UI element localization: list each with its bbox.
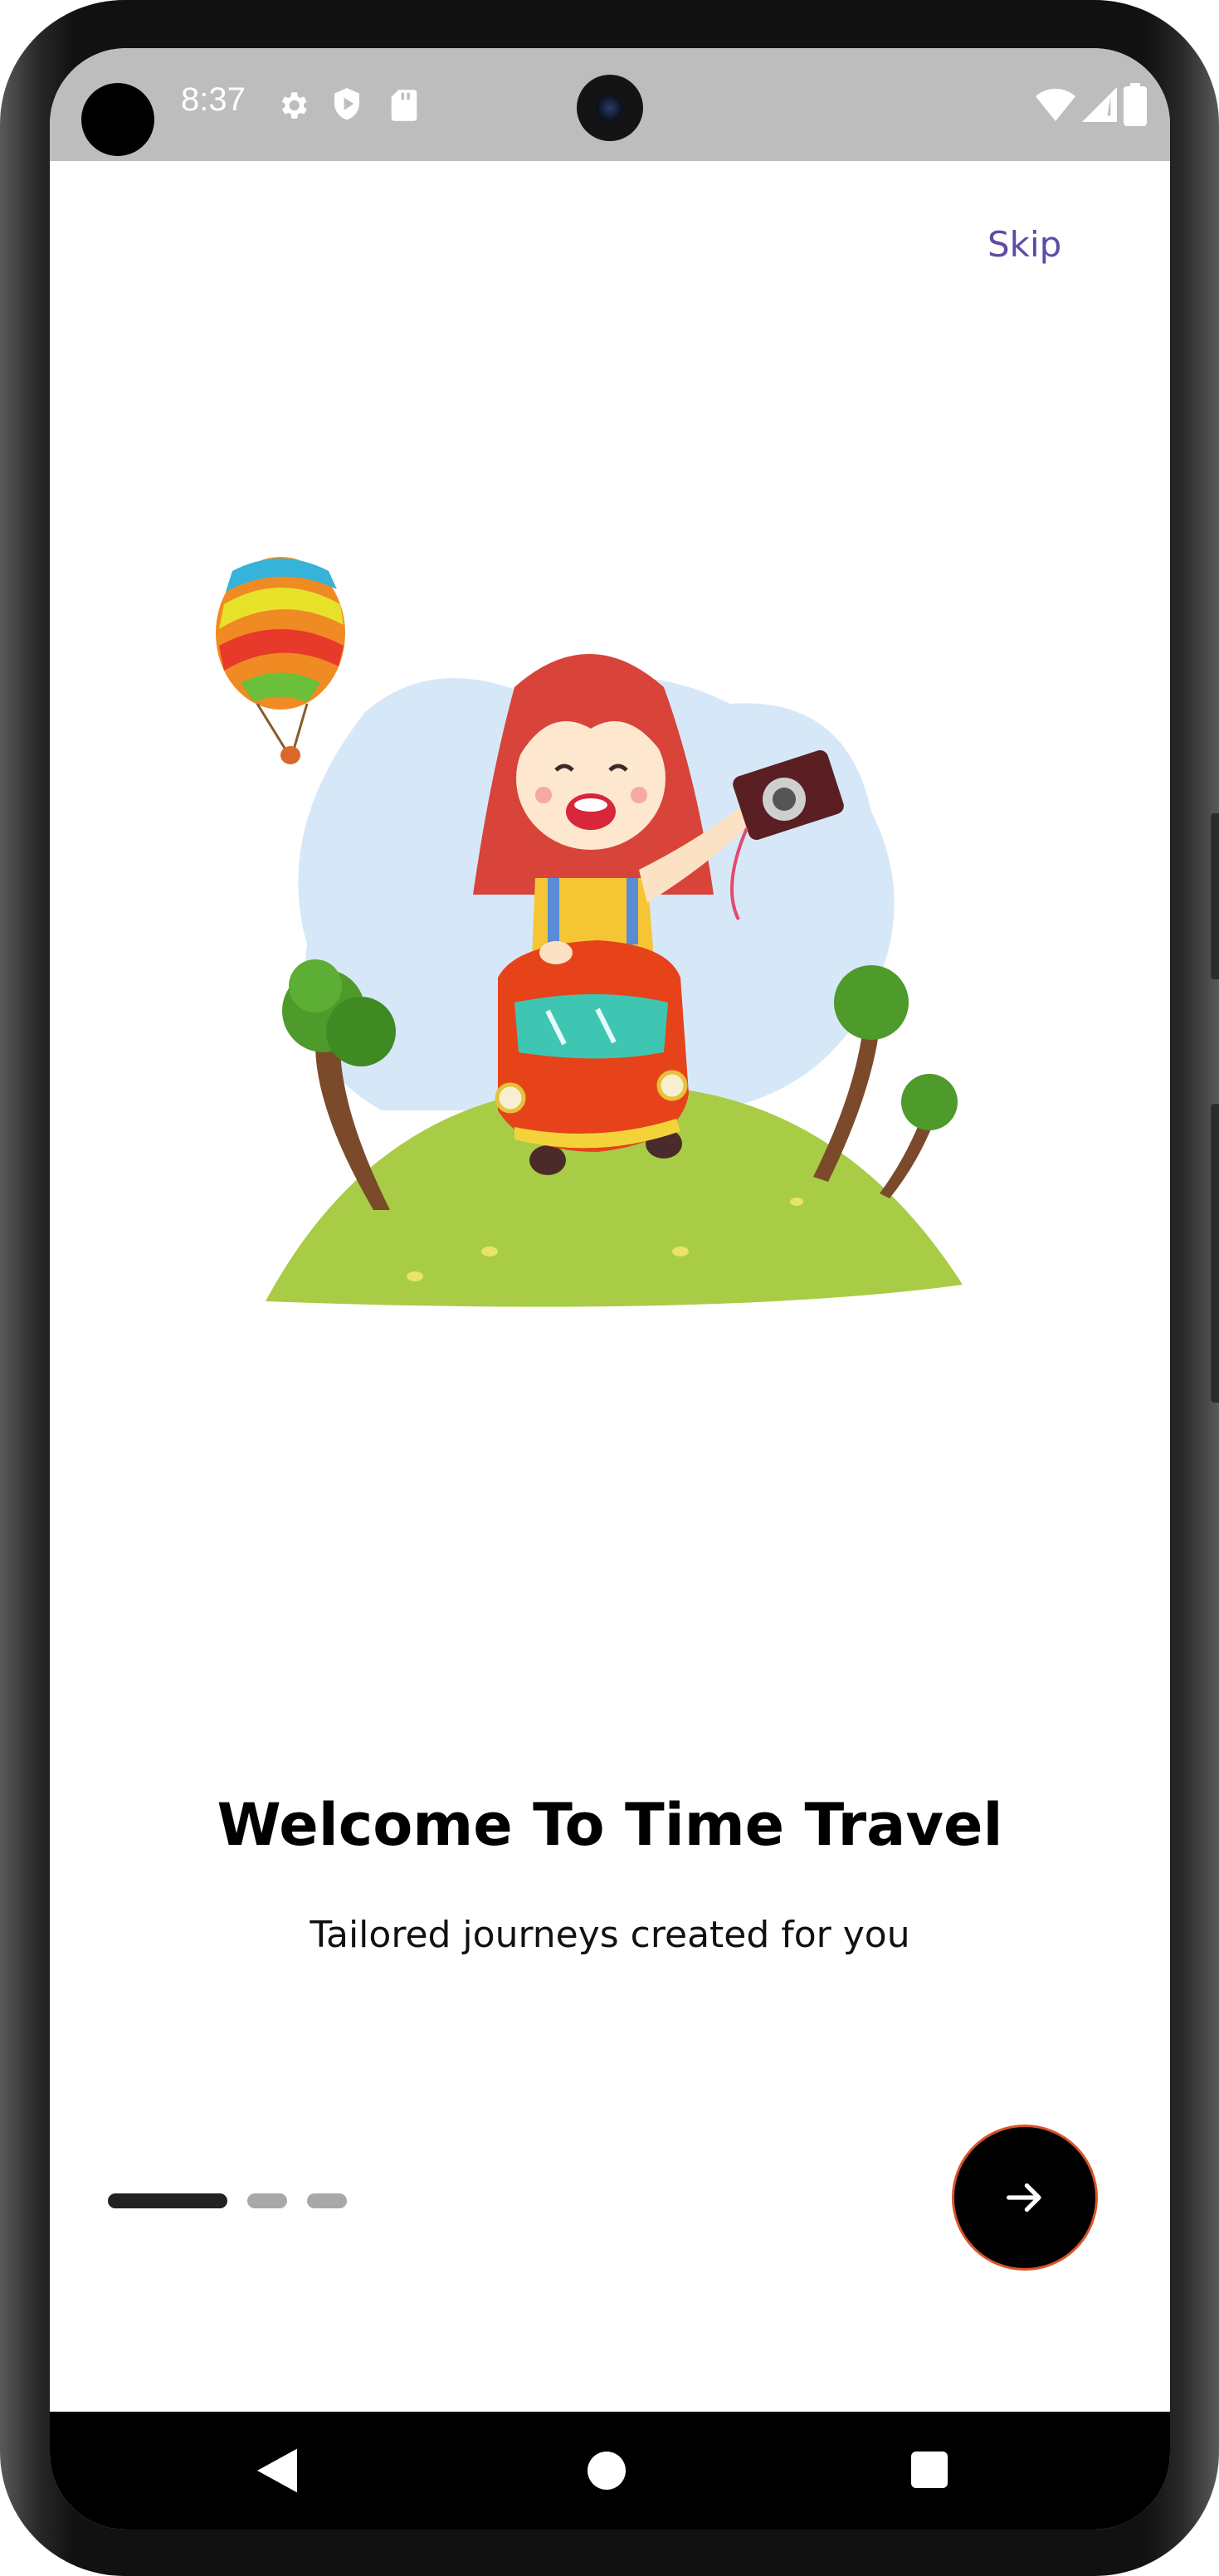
- battery-icon: [1124, 83, 1147, 126]
- volume-button: [1211, 813, 1219, 979]
- screen: 8:37 Skip Welcome To Time Travel Tailore…: [50, 48, 1170, 2530]
- onboarding-illustration: [216, 557, 963, 1307]
- wifi-icon: [1036, 88, 1075, 121]
- shield-play-icon: [334, 88, 359, 120]
- onboarding-title: Welcome To Time Travel: [217, 1791, 1003, 1859]
- home-icon[interactable]: [588, 2452, 626, 2490]
- status-bar: 8:37: [50, 48, 1170, 161]
- page-indicator-dot-active: [108, 2193, 227, 2208]
- page-indicator-dot: [247, 2193, 287, 2208]
- page-indicator-dot: [307, 2193, 347, 2208]
- back-icon[interactable]: [257, 2448, 297, 2493]
- arrow-right-icon: [1007, 2183, 1041, 2213]
- onboarding-subtitle: Tailored journeys created for you: [310, 1914, 910, 1956]
- red-car-illustration-icon: [495, 940, 689, 1175]
- next-button[interactable]: [952, 2125, 1098, 2271]
- front-camera: [577, 75, 643, 141]
- recents-icon[interactable]: [911, 2452, 948, 2488]
- cell-signal-icon: [1082, 87, 1117, 122]
- camera-cutout: [81, 83, 154, 156]
- hot-air-balloon-icon: [216, 557, 345, 764]
- status-time: 8:37: [181, 81, 246, 118]
- device-frame: 8:37 Skip Welcome To Time Travel Tailore…: [0, 0, 1219, 2576]
- navigation-bar: [50, 2412, 1170, 2530]
- power-button: [1211, 1104, 1219, 1403]
- skip-button[interactable]: Skip: [987, 224, 1061, 265]
- settings-gear-icon: [281, 92, 307, 119]
- sd-card-icon: [391, 90, 417, 121]
